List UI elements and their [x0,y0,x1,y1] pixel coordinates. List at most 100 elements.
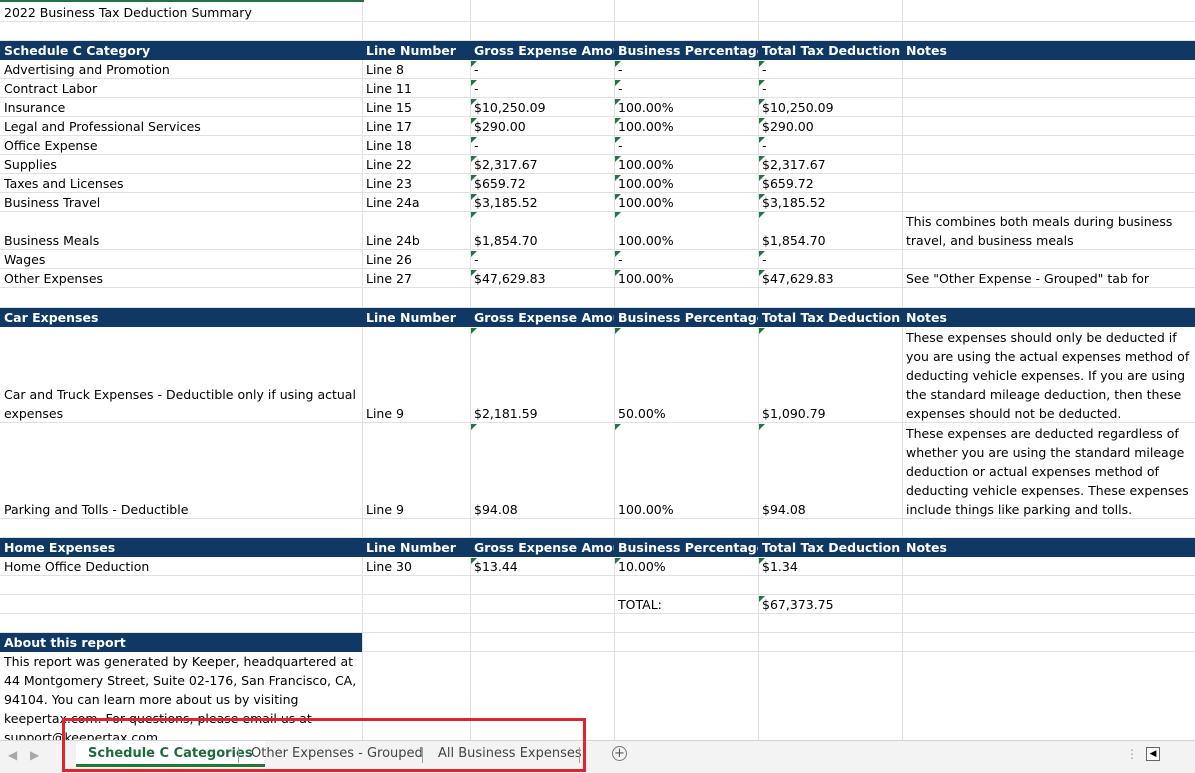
column-header-pct[interactable]: Business Percentage [614,538,758,557]
cell-category[interactable]: Supplies [0,155,362,174]
column-header-notes[interactable]: Notes [902,41,1195,60]
cell-pct[interactable]: 10.00% [614,557,758,576]
cell-total[interactable]: $47,629.83 [758,269,902,288]
cell-line[interactable]: Line 9 [362,423,470,519]
cell-notes[interactable] [902,60,1195,79]
column-header-pct[interactable]: Business Percentage [614,41,758,60]
cell-category[interactable]: Other Expenses [0,269,362,288]
cell-gross[interactable]: $2,181.59 [470,327,614,423]
cell-total[interactable]: $1,854.70 [758,212,902,250]
cell-line[interactable]: Line 23 [362,174,470,193]
cell-category[interactable]: Wages [0,250,362,269]
cell-notes[interactable] [902,557,1195,576]
cell-category[interactable]: Business Meals [0,212,362,250]
cell-pct[interactable]: 100.00% [614,423,758,519]
cell-category[interactable]: Home Office Deduction [0,557,362,576]
column-header-line[interactable]: Line Number [362,538,470,557]
cell-pct[interactable]: 100.00% [614,174,758,193]
column-header-gross[interactable]: Gross Expense Amount [470,41,614,60]
cell-pct[interactable]: - [614,79,758,98]
cell-line[interactable]: Line 17 [362,117,470,136]
cell-gross[interactable]: - [470,250,614,269]
cell-category[interactable]: Legal and Professional Services [0,117,362,136]
cell-total[interactable]: - [758,60,902,79]
cell-pct[interactable]: 100.00% [614,212,758,250]
cell-total[interactable]: $1,090.79 [758,327,902,423]
cell-total[interactable]: - [758,250,902,269]
cell-notes[interactable]: See "Other Expense - Grouped" tab for de… [902,269,1195,288]
report-title[interactable]: 2022 Business Tax Deduction Summary [0,3,362,22]
cell-notes[interactable] [902,250,1195,269]
cell-gross[interactable]: $659.72 [470,174,614,193]
cell-total[interactable]: - [758,79,902,98]
cell-line[interactable]: Line 27 [362,269,470,288]
cell-total[interactable]: $290.00 [758,117,902,136]
column-header-total[interactable]: Total Tax Deduction [758,538,902,557]
cell-category[interactable]: Taxes and Licenses [0,174,362,193]
cell-notes[interactable]: These expenses should only be deducted i… [902,327,1195,423]
cell-gross[interactable]: $2,317.67 [470,155,614,174]
cell-pct[interactable]: - [614,136,758,155]
column-header-category[interactable]: Home Expenses [0,538,362,557]
cell-pct[interactable]: 100.00% [614,269,758,288]
cell-notes[interactable]: This combines both meals during business… [902,212,1195,250]
column-header-notes[interactable]: Notes [902,308,1195,327]
cell-pct[interactable]: - [614,250,758,269]
triangle-right-icon[interactable]: ▶ [30,748,39,762]
cell-total[interactable]: $2,317.67 [758,155,902,174]
cell-notes[interactable] [902,193,1195,212]
horizontal-scroll-left-icon[interactable]: ◀ [1146,747,1160,761]
cell-gross[interactable]: - [470,60,614,79]
triangle-left-icon[interactable]: ◀ [8,748,17,762]
cell-line[interactable]: Line 8 [362,60,470,79]
cell-pct[interactable]: 100.00% [614,98,758,117]
cell-gross[interactable]: $13.44 [470,557,614,576]
cell-line[interactable]: Line 15 [362,98,470,117]
column-header-line[interactable]: Line Number [362,41,470,60]
cell-pct[interactable]: 50.00% [614,327,758,423]
cell-total[interactable]: $10,250.09 [758,98,902,117]
cell-category[interactable]: Contract Labor [0,79,362,98]
cell-pct[interactable]: 100.00% [614,193,758,212]
cell-gross[interactable]: - [470,136,614,155]
column-header-gross[interactable]: Gross Expense Amount [470,308,614,327]
cell-line[interactable]: Line 24a [362,193,470,212]
cell-line[interactable]: Line 18 [362,136,470,155]
cell-gross[interactable]: $10,250.09 [470,98,614,117]
cell-category[interactable]: Advertising and Promotion [0,60,362,79]
column-header-line[interactable]: Line Number [362,308,470,327]
cell-line[interactable]: Line 30 [362,557,470,576]
column-header-pct[interactable]: Business Percentage [614,308,758,327]
column-header-category[interactable]: Car Expenses [0,308,362,327]
cell-category[interactable]: Insurance [0,98,362,117]
cell-gross[interactable]: - [470,79,614,98]
about-heading[interactable]: About this report [0,633,362,652]
spreadsheet-grid[interactable]: 2022 Business Tax Deduction Summary Sched… [0,0,1195,740]
cell-category[interactable]: Business Travel [0,193,362,212]
cell-gross[interactable]: $47,629.83 [470,269,614,288]
cell-total[interactable]: $659.72 [758,174,902,193]
cell-pct[interactable]: 100.00% [614,155,758,174]
cell-gross[interactable]: $3,185.52 [470,193,614,212]
column-header-total[interactable]: Total Tax Deduction [758,41,902,60]
cell-total[interactable]: $94.08 [758,423,902,519]
cell-notes[interactable] [902,136,1195,155]
more-options-icon[interactable]: ⋮ [1126,747,1138,761]
plus-circle-icon[interactable]: + [612,746,627,761]
cell-line[interactable]: Line 26 [362,250,470,269]
cell-line[interactable]: Line 9 [362,327,470,423]
cell-notes[interactable] [902,174,1195,193]
cell-gross[interactable]: $290.00 [470,117,614,136]
cell-notes[interactable] [902,79,1195,98]
column-header-gross[interactable]: Gross Expense Amount [470,538,614,557]
cell-line[interactable]: Line 24b [362,212,470,250]
cell-total[interactable]: $1.34 [758,557,902,576]
column-header-category[interactable]: Schedule C Category [0,41,362,60]
cell-gross[interactable]: $94.08 [470,423,614,519]
cell-line[interactable]: Line 22 [362,155,470,174]
cell-gross[interactable]: $1,854.70 [470,212,614,250]
column-header-notes[interactable]: Notes [902,538,1195,557]
cell-notes[interactable] [902,117,1195,136]
cell-total[interactable]: - [758,136,902,155]
cell-pct[interactable]: 100.00% [614,117,758,136]
